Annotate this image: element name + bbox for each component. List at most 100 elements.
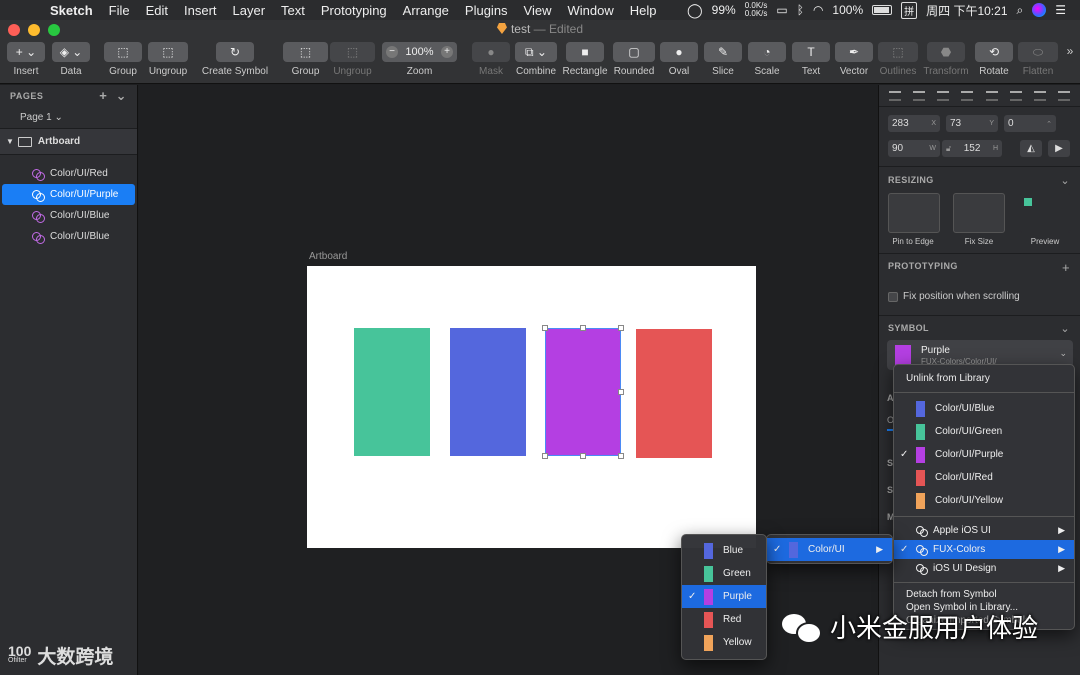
airplay-icon[interactable]: ▭ [776,3,787,17]
menu-insert[interactable]: Insert [176,3,225,18]
rotation-stepper-icon[interactable]: ⌃ [1046,120,1052,128]
text-tool[interactable]: T Text [792,42,830,77]
unlink-from-library-item[interactable]: Unlink from Library [894,369,1074,388]
battery-icon[interactable] [872,5,893,15]
align-center-icon[interactable] [913,90,926,101]
group-tool[interactable]: ⬚ Group [104,42,142,77]
artboard[interactable] [307,266,756,548]
page-selector[interactable]: Page 1 ⌄ [0,107,137,129]
layer-item-purple[interactable]: Color/UI/Purple [2,184,135,205]
align-right-icon[interactable] [937,90,950,101]
ungroup-tool-2[interactable]: ⬚ Ungroup [330,42,375,77]
height-field[interactable]: 🔓︎ 152 H [942,140,1002,157]
width-field[interactable]: 90 W [888,140,940,157]
fix-position-checkbox-row[interactable]: Fix position when scrolling [888,291,1020,302]
flip-horizontal-icon[interactable]: ◭ [1020,140,1042,157]
group-tool-2[interactable]: ⬚ Group [283,42,328,77]
oval-tool[interactable]: ● Oval [660,42,698,77]
insert-tool[interactable]: + ⌄ Insert [7,42,45,77]
input-method-icon[interactable]: 拼 [901,1,918,19]
symbol-section[interactable]: SYMBOL ⌄ [888,322,1072,335]
resize-handle-b[interactable] [580,453,586,459]
canvas[interactable]: Artboard [139,85,878,675]
layer-item-red[interactable]: Color/UI/Red [2,163,135,184]
artboard-layer[interactable]: ▼ Artboard [0,129,137,155]
green-rectangle[interactable] [354,328,430,456]
rounded-tool[interactable]: ▢ Rounded [613,42,655,77]
flip-vertical-icon[interactable]: ▶ [1048,140,1070,157]
resize-handle-tl[interactable] [542,325,548,331]
distribute-h-icon[interactable] [1033,90,1046,101]
rotation-field[interactable]: 0 ⌃ [1004,115,1056,132]
menu-view[interactable]: View [516,3,560,18]
color-option[interactable]: Yellow [682,631,766,654]
menu-plugins[interactable]: Plugins [457,3,516,18]
color-option[interactable]: Red [682,608,766,631]
menu-edit[interactable]: Edit [138,3,176,18]
symbol-option[interactable]: Color/UI/Red [894,466,1074,489]
library-fux-colors[interactable]: ✓ FUX-Colors ▶ [894,540,1074,559]
symbol-option[interactable]: Color/UI/Yellow [894,489,1074,512]
chevron-down-icon[interactable]: ⌄ [1060,322,1070,335]
scale-tool[interactable]: ◔ Scale [748,42,786,77]
clock[interactable]: 周四 下午10:21 [926,2,1007,19]
data-tool[interactable]: ◈ ⌄ Data [52,42,90,77]
ungroup-tool[interactable]: ⬚ Ungroup [148,42,188,77]
prototyping-section[interactable]: PROTOTYPING + [888,260,1072,275]
align-bottom-icon[interactable] [1009,90,1022,101]
cpu-ring-icon[interactable]: ◯ [687,2,703,19]
zoom-out-icon[interactable]: − [386,46,398,58]
align-left-icon[interactable] [889,90,902,101]
artboard-title[interactable]: Artboard [309,251,347,262]
pin-to-edge-control[interactable] [888,193,940,233]
y-field[interactable]: 73 Y [946,115,998,132]
resize-handle-bl[interactable] [542,453,548,459]
menu-app-sketch[interactable]: Sketch [42,3,101,18]
mask-tool[interactable]: ● Mask [472,42,510,77]
zoom-in-icon[interactable]: + [440,46,453,58]
symbol-option[interactable]: Color/UI/Blue [894,397,1074,420]
symbol-option[interactable]: ✓ Color/UI/Purple [894,443,1074,466]
distribute-v-icon[interactable] [1057,90,1070,101]
rectangle-tool[interactable]: ■ Rectangle [562,42,608,77]
folder-color-ui-item[interactable]: ✓ Color/UI ▶ [767,538,892,561]
disclosure-triangle-icon[interactable]: ▼ [6,137,14,146]
vector-tool[interactable]: ✒ Vector [835,42,873,77]
chevron-down-icon[interactable]: ⌄ [1060,174,1070,187]
spotlight-search-icon[interactable]: ⌕ [1017,3,1024,18]
align-top-icon[interactable] [961,90,974,101]
resize-handle-tr[interactable] [618,325,624,331]
menu-help[interactable]: Help [622,3,665,18]
blue-rectangle[interactable] [450,328,526,456]
combine-tool[interactable]: ⧉ ⌄ Combine [515,42,557,77]
symbol-option[interactable]: Color/UI/Green [894,420,1074,443]
color-option[interactable]: ✓ Purple [682,585,766,608]
lock-icon[interactable]: 🔓︎ [946,144,951,154]
menu-window[interactable]: Window [560,3,622,18]
layer-item-blue-2[interactable]: Color/UI/Blue [2,226,135,247]
flatten-tool[interactable]: ⬭ Flatten [1018,42,1058,77]
menu-prototyping[interactable]: Prototyping [313,3,395,18]
menu-file[interactable]: File [101,3,138,18]
resize-handle-br[interactable] [618,453,624,459]
siri-icon[interactable] [1032,3,1047,17]
align-middle-icon[interactable] [985,90,998,101]
color-option[interactable]: Blue [682,539,766,562]
notification-center-icon[interactable]: ☰ [1055,3,1066,17]
bluetooth-icon[interactable]: ᛒ [797,3,804,17]
add-page-icon[interactable]: + ⌄ [99,88,127,104]
x-field[interactable]: 283 X [888,115,940,132]
fix-size-control[interactable] [953,193,1005,233]
resize-handle-t[interactable] [580,325,586,331]
library-apple-ios-ui[interactable]: Apple iOS UI ▶ [894,521,1074,540]
rotate-tool[interactable]: ⟲ Rotate [975,42,1013,77]
detach-from-symbol-item[interactable]: Detach from Symbol [894,587,1074,601]
outlines-tool[interactable]: ⬚ Outlines [878,42,918,77]
color-option[interactable]: Green [682,562,766,585]
library-ios-ui-design[interactable]: iOS UI Design ▶ [894,559,1074,578]
transform-tool[interactable]: ⬣ Transform [922,42,970,77]
zoom-tool[interactable]: − 100% + Zoom [382,42,457,77]
slice-tool[interactable]: ✎ Slice [704,42,742,77]
toolbar-overflow-icon[interactable]: » [1062,44,1078,58]
layer-item-blue[interactable]: Color/UI/Blue [2,205,135,226]
